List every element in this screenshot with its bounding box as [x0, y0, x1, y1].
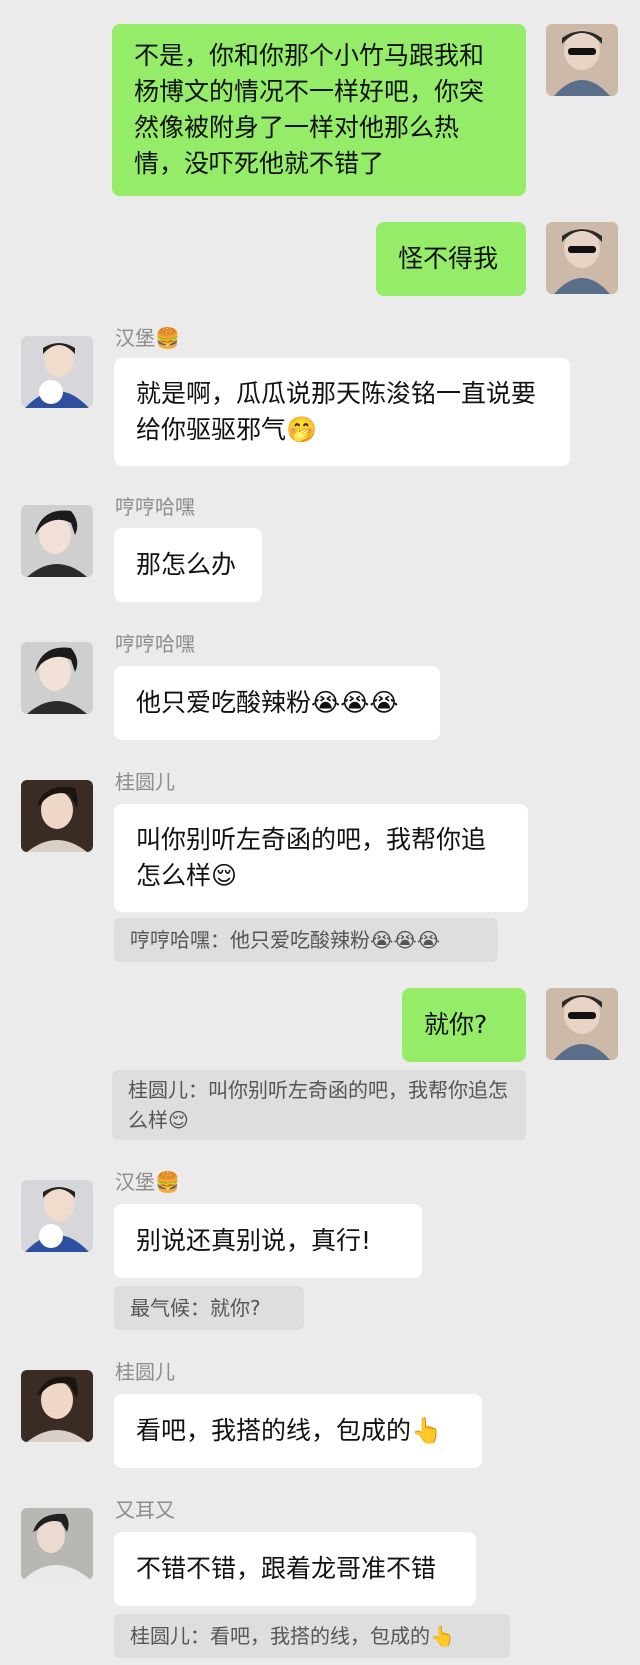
- quoted-message[interactable]: 最气候：就你?: [114, 1286, 304, 1330]
- message-text: 叫你别听左奇函的吧，我帮你追怎么样😌: [136, 825, 487, 890]
- self-avatar[interactable]: [546, 24, 618, 96]
- message-text: 不是，你和你那个小竹马跟我和杨博文的情况不一样好吧，你突然像被附身了一样对他那么…: [134, 41, 485, 178]
- incoming-bubble[interactable]: 不错不错，跟着龙哥准不错: [114, 1532, 476, 1606]
- outgoing-bubble[interactable]: 怪不得我: [376, 222, 526, 296]
- message-text: 不错不错，跟着龙哥准不错: [136, 1554, 437, 1583]
- quote-text: 哼哼哈嘿：他只爱吃酸辣粉😭😭😭: [130, 928, 441, 952]
- self-avatar[interactable]: [546, 988, 618, 1060]
- quoted-message[interactable]: 桂圆儿：看吧，我搭的线，包成的👆: [114, 1614, 510, 1658]
- contact-avatar[interactable]: [21, 505, 93, 577]
- contact-avatar[interactable]: [21, 1370, 93, 1442]
- quoted-message[interactable]: 桂圆儿：叫你别听左奇函的吧，我帮你追怎么样😌: [112, 1070, 526, 1140]
- incoming-bubble[interactable]: 别说还真别说，真行!: [114, 1204, 422, 1278]
- contact-avatar[interactable]: [21, 1508, 93, 1580]
- sender-name: 汉堡🍔: [115, 1170, 180, 1194]
- message-text: 怪不得我: [398, 244, 499, 273]
- outgoing-bubble[interactable]: 不是，你和你那个小竹马跟我和杨博文的情况不一样好吧，你突然像被附身了一样对他那么…: [112, 24, 526, 196]
- message-text: 别说还真别说，真行!: [136, 1226, 372, 1255]
- incoming-bubble[interactable]: 那怎么办: [114, 528, 262, 602]
- sender-name: 哼哼哈嘿: [115, 632, 195, 656]
- outgoing-bubble[interactable]: 就你?: [402, 988, 526, 1062]
- incoming-bubble[interactable]: 叫你别听左奇函的吧，我帮你追怎么样😌: [114, 804, 528, 912]
- quote-text: 桂圆儿：叫你别听左奇函的吧，我帮你追怎么样😌: [128, 1078, 508, 1132]
- incoming-bubble[interactable]: 就是啊，瓜瓜说那天陈浚铭一直说要给你驱驱邪气🤭: [114, 358, 570, 466]
- sender-name: 哼哼哈嘿: [115, 495, 195, 519]
- sender-name: 桂圆儿: [115, 1360, 175, 1384]
- self-avatar[interactable]: [546, 222, 618, 294]
- quote-text: 最气候：就你?: [130, 1296, 261, 1320]
- message-text: 那怎么办: [136, 550, 237, 579]
- contact-avatar[interactable]: [21, 336, 93, 408]
- message-text: 看吧，我搭的线，包成的👆: [136, 1416, 443, 1445]
- sender-name: 桂圆儿: [115, 770, 175, 794]
- incoming-bubble[interactable]: 他只爱吃酸辣粉😭😭😭: [114, 666, 440, 740]
- contact-avatar[interactable]: [21, 1180, 93, 1252]
- message-text: 就是啊，瓜瓜说那天陈浚铭一直说要给你驱驱邪气🤭: [136, 379, 537, 444]
- sender-name: 又耳又: [115, 1498, 175, 1522]
- message-text: 他只爱吃酸辣粉😭😭😭: [136, 688, 399, 717]
- sender-name: 汉堡🍔: [115, 326, 180, 350]
- contact-avatar[interactable]: [21, 642, 93, 714]
- contact-avatar[interactable]: [21, 780, 93, 852]
- incoming-bubble[interactable]: 看吧，我搭的线，包成的👆: [114, 1394, 482, 1468]
- quote-text: 桂圆儿：看吧，我搭的线，包成的👆: [130, 1624, 455, 1648]
- quoted-message[interactable]: 哼哼哈嘿：他只爱吃酸辣粉😭😭😭: [114, 918, 498, 962]
- message-text: 就你?: [424, 1010, 488, 1039]
